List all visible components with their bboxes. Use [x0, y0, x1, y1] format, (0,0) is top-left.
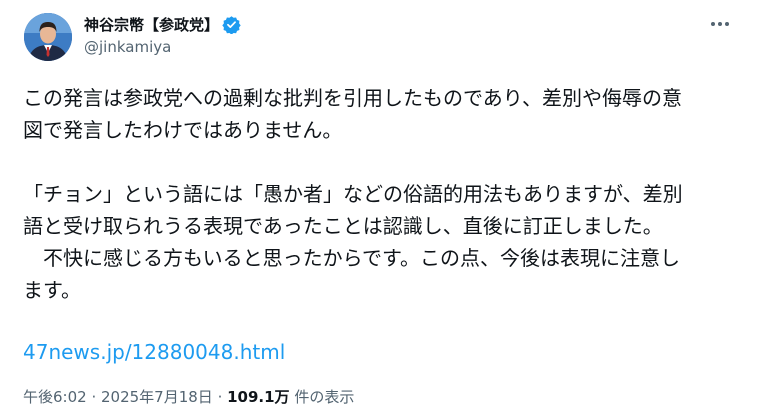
verified-badge-icon — [222, 15, 241, 35]
tweet-line: 「チョン」という語には「愚か者」などの俗語的用法もありますが、差別 — [23, 182, 683, 206]
tweet-line: 不快に感じる方もいると思ったからです。この点、今後は表現に注意し — [23, 246, 680, 270]
tweet-header: 神谷宗幣【参政党】 @jinkamiya — [84, 13, 241, 56]
display-name[interactable]: 神谷宗幣【参政党】 — [84, 14, 219, 35]
name-row: 神谷宗幣【参政党】 — [84, 13, 241, 35]
avatar[interactable] — [24, 13, 72, 61]
post-timestamp[interactable]: 午後6:02 · 2025年7月18日 — [23, 388, 213, 406]
view-count[interactable]: 109.1万 — [227, 388, 289, 406]
article-link[interactable]: 47news.jp/12880048.html — [23, 336, 285, 368]
tweet-line: ます。 — [23, 278, 81, 302]
tweet-line: 語と受け取られうる表現であったことは認識し、直後に訂正しました。 — [23, 214, 663, 238]
tweet-text: この発言は参政党への過剰な批判を引用したものであり、差別や侮辱の意 図で発言した… — [23, 82, 743, 306]
tweet-line: 図で発言したわけではありません。 — [23, 118, 343, 142]
user-handle[interactable]: @jinkamiya — [84, 38, 241, 56]
meta-separator: · — [212, 388, 228, 406]
tweet-meta: 午後6:02 · 2025年7月18日 · 109.1万 件の表示 — [23, 385, 354, 409]
more-options-icon[interactable] — [705, 12, 735, 36]
tweet-card: 神谷宗幣【参政党】 @jinkamiya この発言は参政党への過剰な批判を引用し… — [0, 0, 773, 418]
tweet-line: この発言は参政党への過剰な批判を引用したものであり、差別や侮辱の意 — [23, 86, 682, 110]
view-label: 件の表示 — [289, 388, 355, 406]
